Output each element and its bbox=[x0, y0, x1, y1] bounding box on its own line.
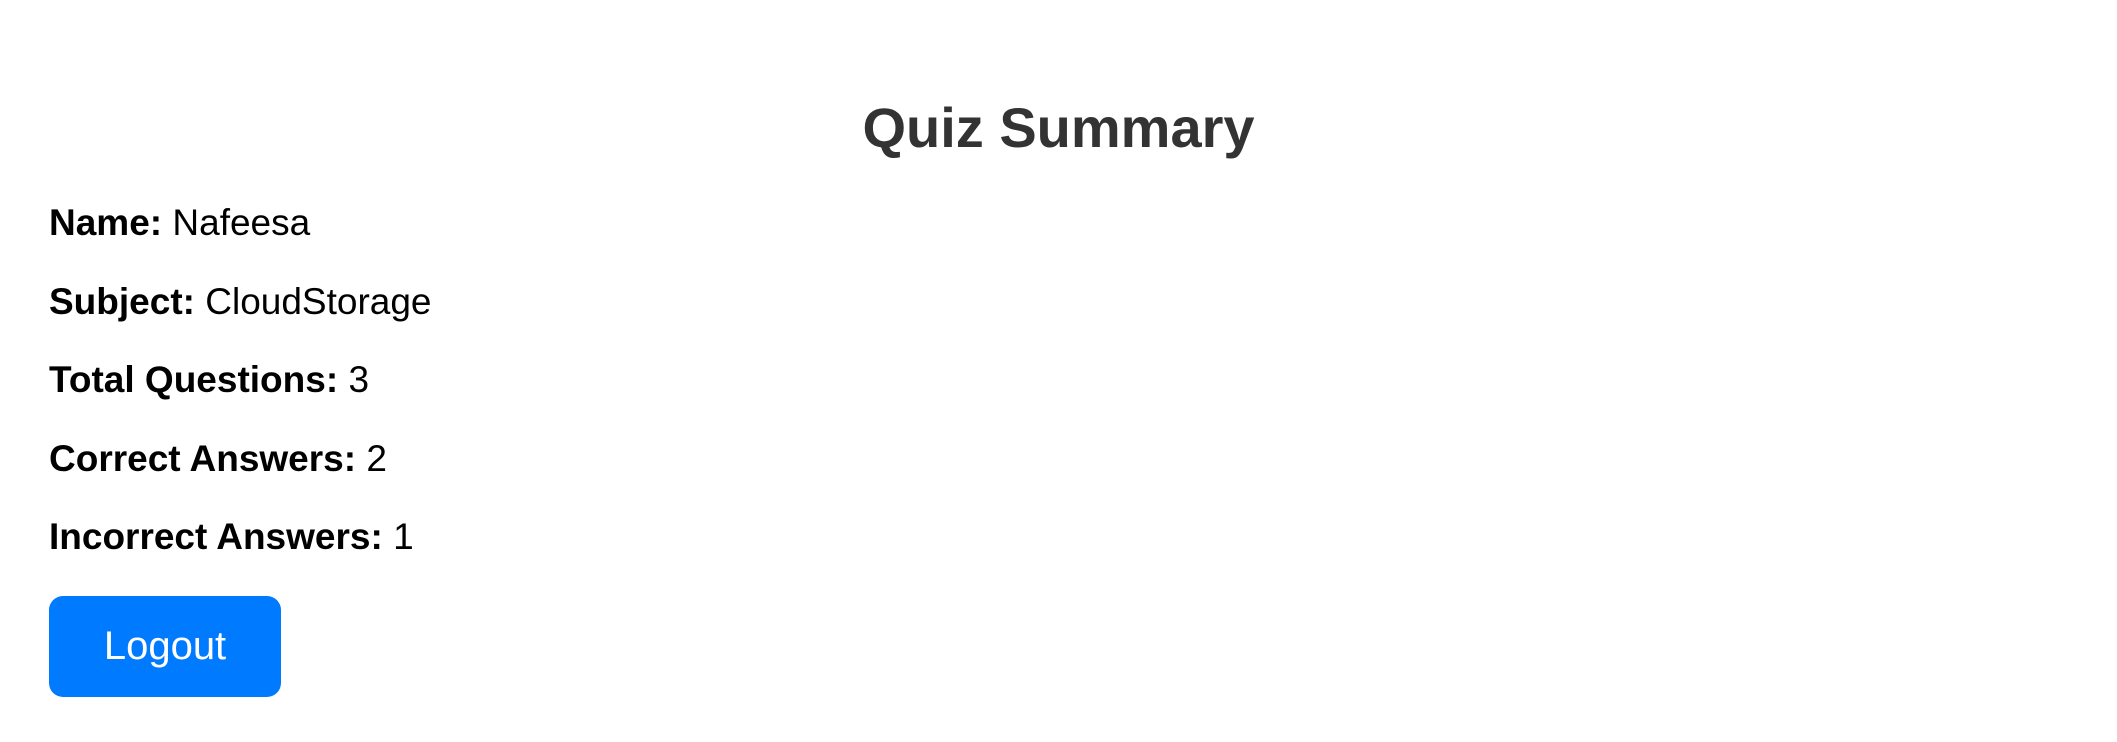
subject-label: Subject: bbox=[49, 281, 195, 322]
total-questions-value: 3 bbox=[348, 359, 370, 400]
name-label: Name: bbox=[49, 202, 163, 243]
total-questions-label: Total Questions: bbox=[49, 359, 339, 400]
quiz-summary-page: Quiz Summary Name: Nafeesa Subject: Clou… bbox=[0, 0, 2117, 742]
summary-row-name: Name: Nafeesa bbox=[49, 201, 310, 245]
logout-button[interactable]: Logout bbox=[49, 596, 281, 697]
correct-answers-label: Correct Answers: bbox=[49, 438, 357, 479]
summary-row-correct-answers: Correct Answers: 2 bbox=[49, 437, 387, 481]
summary-row-incorrect-answers: Incorrect Answers: 1 bbox=[49, 515, 414, 559]
summary-row-total-questions: Total Questions: 3 bbox=[49, 358, 369, 402]
page-title: Quiz Summary bbox=[862, 96, 1255, 159]
incorrect-answers-value: 1 bbox=[393, 516, 414, 557]
correct-answers-value: 2 bbox=[366, 438, 387, 479]
incorrect-answers-label: Incorrect Answers: bbox=[49, 516, 383, 557]
summary-row-subject: Subject: CloudStorage bbox=[49, 280, 432, 324]
name-value: Nafeesa bbox=[172, 202, 311, 243]
subject-value: CloudStorage bbox=[205, 281, 432, 322]
